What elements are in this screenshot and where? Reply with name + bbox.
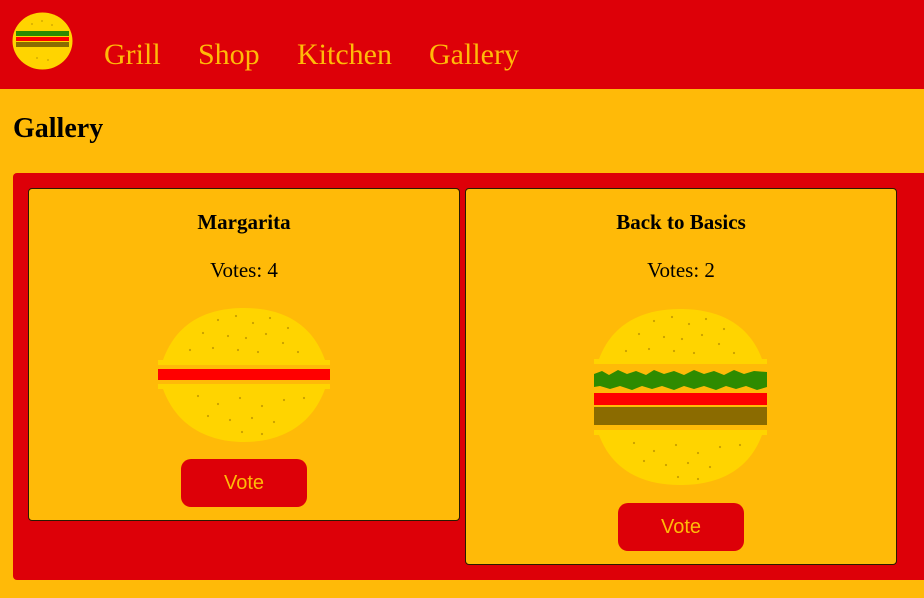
vote-button[interactable]: Vote (618, 503, 744, 551)
burger-image (158, 308, 330, 442)
burger-image (594, 309, 767, 485)
nav-link-kitchen[interactable]: Kitchen (297, 40, 392, 70)
nav-link-gallery[interactable]: Gallery (429, 40, 519, 70)
nav-link-grill[interactable]: Grill (104, 40, 161, 70)
vote-button[interactable]: Vote (181, 459, 307, 507)
burger-card: Back to Basics Votes: 2 Vote (465, 188, 897, 565)
vote-count: Votes: 2 (647, 258, 715, 282)
burger-card: Margarita Votes: 4 Vote (28, 188, 460, 521)
top-navbar: Grill Shop Kitchen Gallery (0, 0, 924, 89)
burger-logo-icon[interactable] (12, 12, 73, 70)
burger-name: Margarita (197, 210, 291, 234)
burger-name: Back to Basics (616, 210, 746, 234)
page-title: Gallery (13, 113, 104, 144)
vote-count: Votes: 4 (210, 258, 278, 282)
nav-link-shop[interactable]: Shop (198, 40, 260, 70)
